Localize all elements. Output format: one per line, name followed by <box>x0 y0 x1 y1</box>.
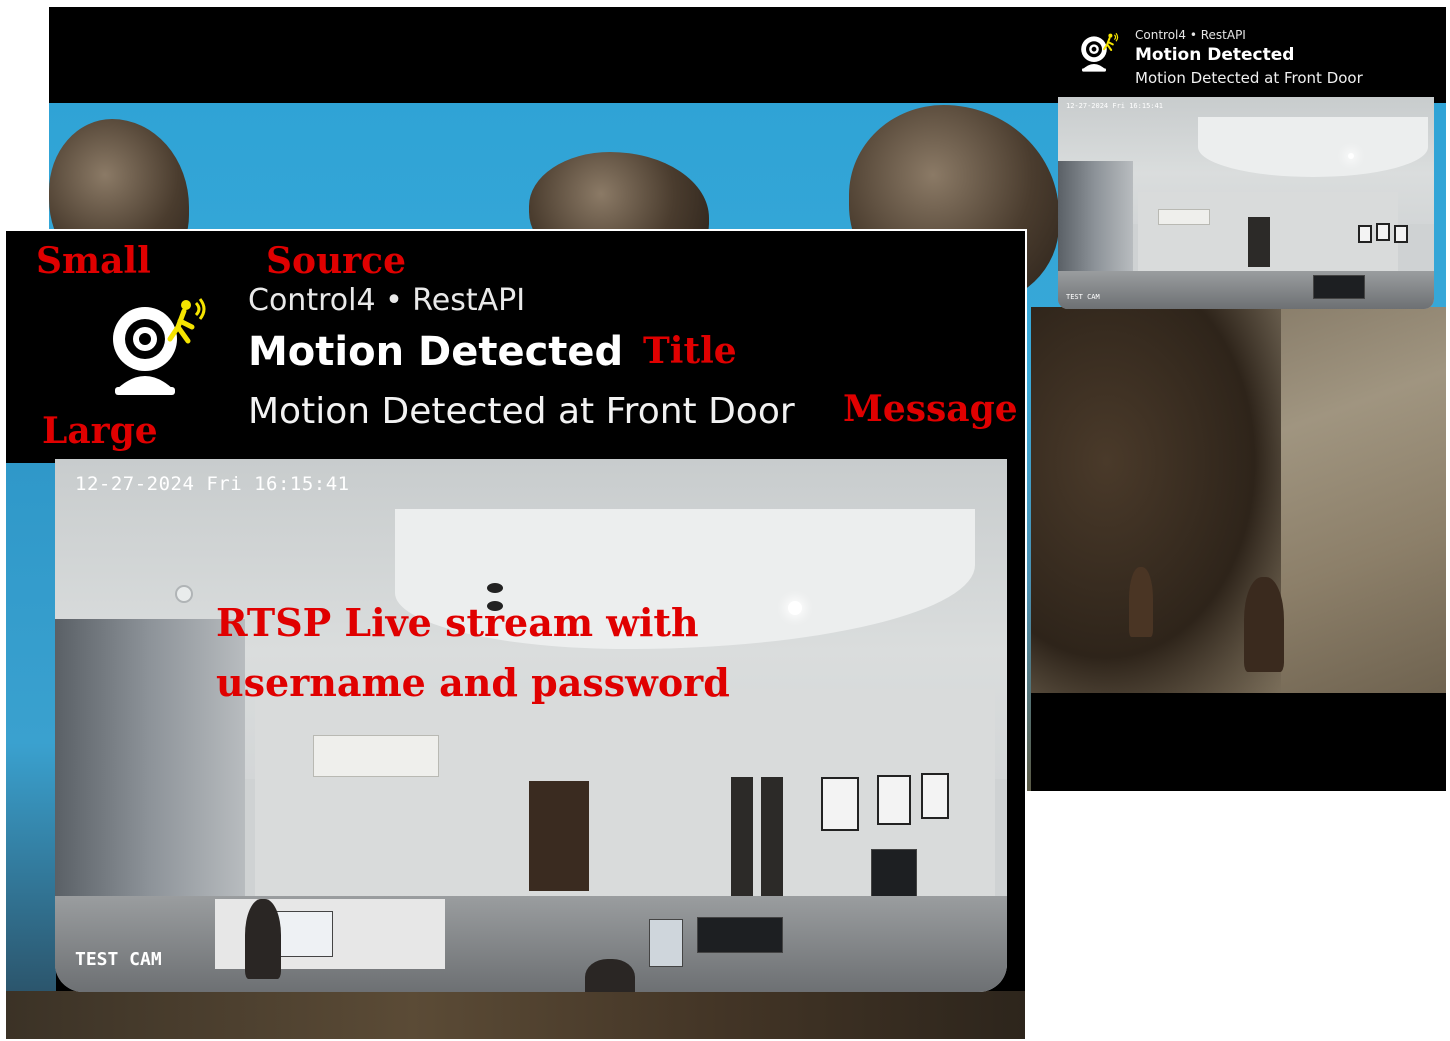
annotation-message: Message <box>843 388 1018 430</box>
notification-message: Motion Detected at Front Door <box>248 391 795 432</box>
annotation-stream-line2: username and password <box>216 660 730 705</box>
air-conditioner <box>1158 209 1210 225</box>
small-notification[interactable]: Control4 • RestAPI Motion Detected Motio… <box>1058 22 1434 312</box>
annotation-title: Title <box>643 330 737 372</box>
letterbox-bar <box>1031 693 1446 791</box>
camera-stream-preview[interactable]: 12-27-2024 Fri 16:15:41 TEST CAM <box>1058 97 1434 309</box>
stream-timestamp: 12-27-2024 Fri 16:15:41 <box>1066 102 1163 110</box>
annotation-source: Source <box>266 240 406 282</box>
notification-title: Motion Detected <box>248 329 624 375</box>
camera-stream-video[interactable]: 12-27-2024 Fri 16:15:41 TEST CAM <box>55 459 1007 992</box>
person <box>585 959 635 992</box>
running-figure <box>1129 567 1153 637</box>
notification-source: Control4 • RestAPI <box>248 283 526 318</box>
room-scene <box>55 459 1007 992</box>
notification-message: Motion Detected at Front Door <box>1135 69 1363 87</box>
annotation-stream-line1: RTSP Live stream with <box>216 600 699 645</box>
notification-title: Motion Detected <box>1135 45 1295 65</box>
annotation-small: Small <box>36 240 151 282</box>
camera-label: TEST CAM <box>1066 293 1100 301</box>
air-conditioner <box>313 735 439 777</box>
background-movie-scene <box>6 991 1025 1039</box>
wall-decor <box>529 781 589 891</box>
stream-timestamp: 12-27-2024 Fri 16:15:41 <box>75 473 350 495</box>
notification-source: Control4 • RestAPI <box>1135 28 1246 42</box>
camera-label: TEST CAM <box>75 949 162 970</box>
annotation-large: Large <box>42 410 158 452</box>
room-scene <box>1058 97 1434 309</box>
person <box>245 899 281 979</box>
running-figure <box>1244 577 1284 672</box>
background-movie-scene <box>6 463 56 1023</box>
motion-camera-icon <box>113 298 206 395</box>
motion-camera-icon <box>1081 32 1119 72</box>
